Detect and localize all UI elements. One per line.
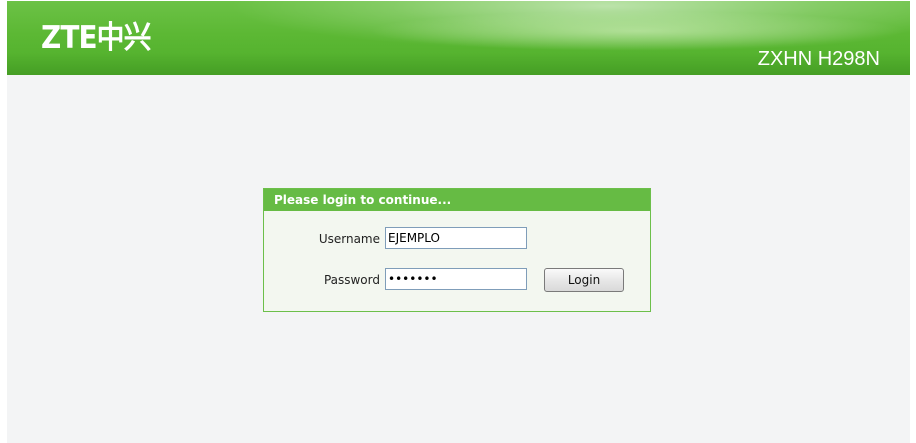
username-row: Username bbox=[264, 227, 650, 251]
router-login-page: ZTE中兴 ZXHN H298N Please login to continu… bbox=[0, 0, 916, 443]
login-panel-title: Please login to continue... bbox=[264, 189, 650, 211]
device-model: ZXHN H298N bbox=[757, 48, 880, 70]
username-input[interactable] bbox=[385, 227, 527, 249]
login-panel: Please login to continue... Username Pas… bbox=[263, 188, 651, 312]
username-label: Username bbox=[318, 232, 380, 246]
password-input[interactable] bbox=[385, 268, 527, 290]
header-swoosh-highlight bbox=[367, 11, 907, 51]
header-banner: ZTE中兴 ZXHN H298N bbox=[7, 1, 910, 75]
login-button[interactable]: Login bbox=[544, 268, 624, 292]
password-label: Password bbox=[323, 273, 380, 287]
zte-logo: ZTE中兴 bbox=[41, 20, 152, 56]
